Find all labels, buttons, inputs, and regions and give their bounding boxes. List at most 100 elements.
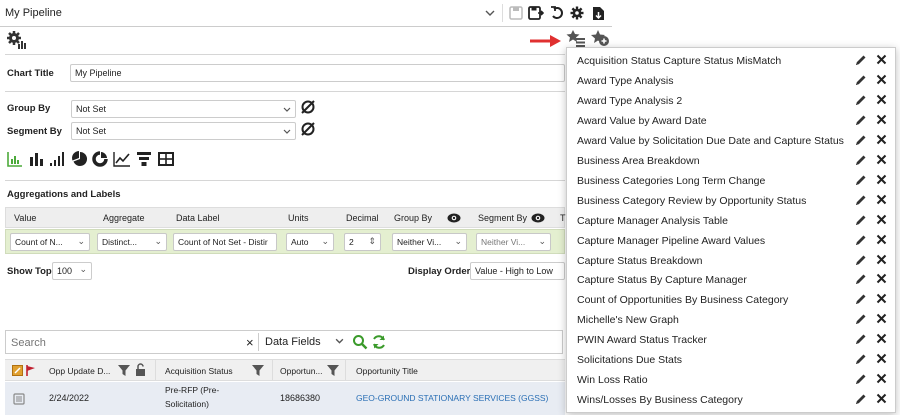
filter-icon[interactable]	[118, 365, 130, 376]
column-chart-icon[interactable]	[49, 151, 67, 167]
saved-graph-label[interactable]: Win Loss Ratio	[577, 374, 648, 386]
pencil-icon[interactable]	[855, 333, 867, 348]
column-header[interactable]: Opportun...	[280, 366, 323, 376]
column-header[interactable]: Acquisition Status	[165, 366, 233, 376]
pencil-icon[interactable]	[855, 373, 867, 388]
saved-graph-label[interactable]: Capture Manager Analysis Table	[577, 215, 728, 227]
save-icon[interactable]	[508, 5, 524, 21]
saved-graph-label[interactable]: Wins/Losses By Business Category	[577, 394, 743, 406]
group-by-visibility-select[interactable]: Neither Vi... ⌄	[392, 233, 467, 251]
pencil-icon[interactable]	[855, 393, 867, 408]
search-icon[interactable]	[352, 334, 368, 350]
value-select[interactable]: Count of N... ⌄	[10, 233, 90, 251]
table-row[interactable]: 2/24/2022 Pre-RFP (Pre- Solicitation) 18…	[5, 382, 565, 415]
saved-graph-label[interactable]: Solicitations Due Stats	[577, 354, 682, 366]
clear-group-by-icon[interactable]	[300, 99, 316, 115]
close-icon[interactable]	[876, 133, 887, 148]
pencil-icon[interactable]	[855, 194, 867, 209]
clear-segment-by-icon[interactable]	[300, 121, 316, 137]
donut-chart-icon[interactable]	[92, 151, 108, 167]
saved-graph-item[interactable]: Capture Manager Pipeline Award Values	[567, 232, 895, 252]
saved-graph-item[interactable]: Capture Status Breakdown	[567, 252, 895, 272]
saved-graph-label[interactable]: Business Category Review by Opportunity …	[577, 195, 806, 207]
show-top-select[interactable]: 100 ⌄	[52, 262, 92, 280]
saved-graph-label[interactable]: Award Value by Award Date	[577, 115, 707, 127]
saved-graph-item[interactable]: Solicitations Due Stats	[567, 351, 895, 371]
column-header[interactable]: Opportunity Title	[356, 366, 418, 376]
aggregate-select[interactable]: Distinct... ⌄	[97, 233, 167, 251]
decimal-stepper[interactable]: 2 ⇕	[344, 233, 381, 251]
saved-graph-label[interactable]: Business Categories Long Term Change	[577, 175, 765, 187]
pencil-icon[interactable]	[855, 214, 867, 229]
pencil-icon[interactable]	[855, 114, 867, 129]
filter-icon[interactable]	[252, 365, 264, 376]
saved-graph-label[interactable]: Capture Status Breakdown	[577, 255, 703, 267]
saved-graph-label[interactable]: PWIN Award Status Tracker	[577, 334, 707, 346]
close-icon[interactable]	[876, 213, 887, 228]
funnel-chart-icon[interactable]	[136, 151, 152, 167]
clear-search-icon[interactable]: ×	[246, 335, 254, 350]
saved-graph-item[interactable]: Michelle's New Graph	[567, 311, 895, 331]
pencil-icon[interactable]	[855, 353, 867, 368]
saved-graph-label[interactable]: Award Type Analysis	[577, 75, 674, 87]
eye-icon[interactable]	[447, 212, 461, 224]
add-graph-icon[interactable]	[590, 29, 610, 47]
close-icon[interactable]	[876, 272, 887, 287]
close-icon[interactable]	[876, 73, 887, 88]
bar-chart-icon[interactable]	[29, 151, 45, 167]
saved-graph-item[interactable]: Award Value by Solicitation Due Date and…	[567, 132, 895, 152]
saved-graph-item[interactable]: Acquisition Status Capture Status MisMat…	[567, 52, 895, 72]
pencil-icon[interactable]	[855, 174, 867, 189]
opportunity-title-link[interactable]: GEO-GROUND STATIONARY SERVICES (GGSS)	[356, 393, 548, 403]
segment-by-visibility-select[interactable]: Neither Vi... ⌄	[476, 233, 551, 251]
close-icon[interactable]	[876, 173, 887, 188]
group-by-select[interactable]: Not Set	[71, 100, 296, 118]
pencil-icon[interactable]	[855, 54, 867, 69]
stepper-icon[interactable]: ⇕	[368, 236, 376, 247]
close-icon[interactable]	[876, 153, 887, 168]
pencil-icon[interactable]	[855, 273, 867, 288]
view-selector[interactable]: My Pipeline	[0, 0, 505, 26]
edit-grid-icon[interactable]	[12, 365, 23, 376]
close-icon[interactable]	[876, 352, 887, 367]
saved-graph-label[interactable]: Michelle's New Graph	[577, 314, 679, 326]
pencil-icon[interactable]	[855, 94, 867, 109]
eye-icon[interactable]	[531, 212, 545, 224]
close-icon[interactable]	[876, 392, 887, 407]
close-icon[interactable]	[876, 312, 887, 327]
column-header[interactable]: Opp Update D...	[49, 366, 110, 376]
refresh-icon[interactable]	[371, 334, 387, 350]
chart-title-input[interactable]: My Pipeline	[70, 64, 565, 82]
saved-graph-item[interactable]: Award Type Analysis 2	[567, 92, 895, 112]
saved-graph-item[interactable]: Business Category Review by Opportunity …	[567, 192, 895, 212]
units-select[interactable]: Auto ⌄	[286, 233, 334, 251]
settings-chart-icon[interactable]	[6, 30, 26, 50]
close-icon[interactable]	[876, 113, 887, 128]
search-input[interactable]	[9, 334, 253, 352]
pencil-icon[interactable]	[855, 74, 867, 89]
segment-by-select[interactable]: Not Set	[71, 122, 296, 140]
table-icon[interactable]	[158, 151, 174, 167]
saved-graph-item[interactable]: Count of Opportunities By Business Categ…	[567, 291, 895, 311]
close-icon[interactable]	[876, 372, 887, 387]
pencil-icon[interactable]	[855, 134, 867, 149]
close-icon[interactable]	[876, 93, 887, 108]
close-icon[interactable]	[876, 292, 887, 307]
close-icon[interactable]	[876, 53, 887, 68]
pencil-icon[interactable]	[855, 234, 867, 249]
data-label-input[interactable]: Count of Not Set - Distir	[173, 233, 277, 251]
close-icon[interactable]	[876, 233, 887, 248]
saved-graph-item[interactable]: Business Categories Long Term Change	[567, 172, 895, 192]
display-order-select[interactable]: Value - High to Low	[470, 262, 565, 280]
chevron-down-icon[interactable]	[485, 5, 497, 21]
pencil-icon[interactable]	[855, 293, 867, 308]
saved-graph-item[interactable]: Award Type Analysis	[567, 72, 895, 92]
details-icon[interactable]	[13, 393, 25, 405]
undo-icon[interactable]	[549, 5, 565, 21]
close-icon[interactable]	[876, 193, 887, 208]
saved-graph-label[interactable]: Award Value by Solicitation Due Date and…	[577, 135, 844, 147]
saved-graph-label[interactable]: Capture Status By Capture Manager	[577, 274, 747, 286]
saved-graph-item[interactable]: Capture Manager Analysis Table	[567, 212, 895, 232]
pencil-icon[interactable]	[855, 254, 867, 269]
saved-graphs-icon[interactable]	[566, 29, 586, 47]
